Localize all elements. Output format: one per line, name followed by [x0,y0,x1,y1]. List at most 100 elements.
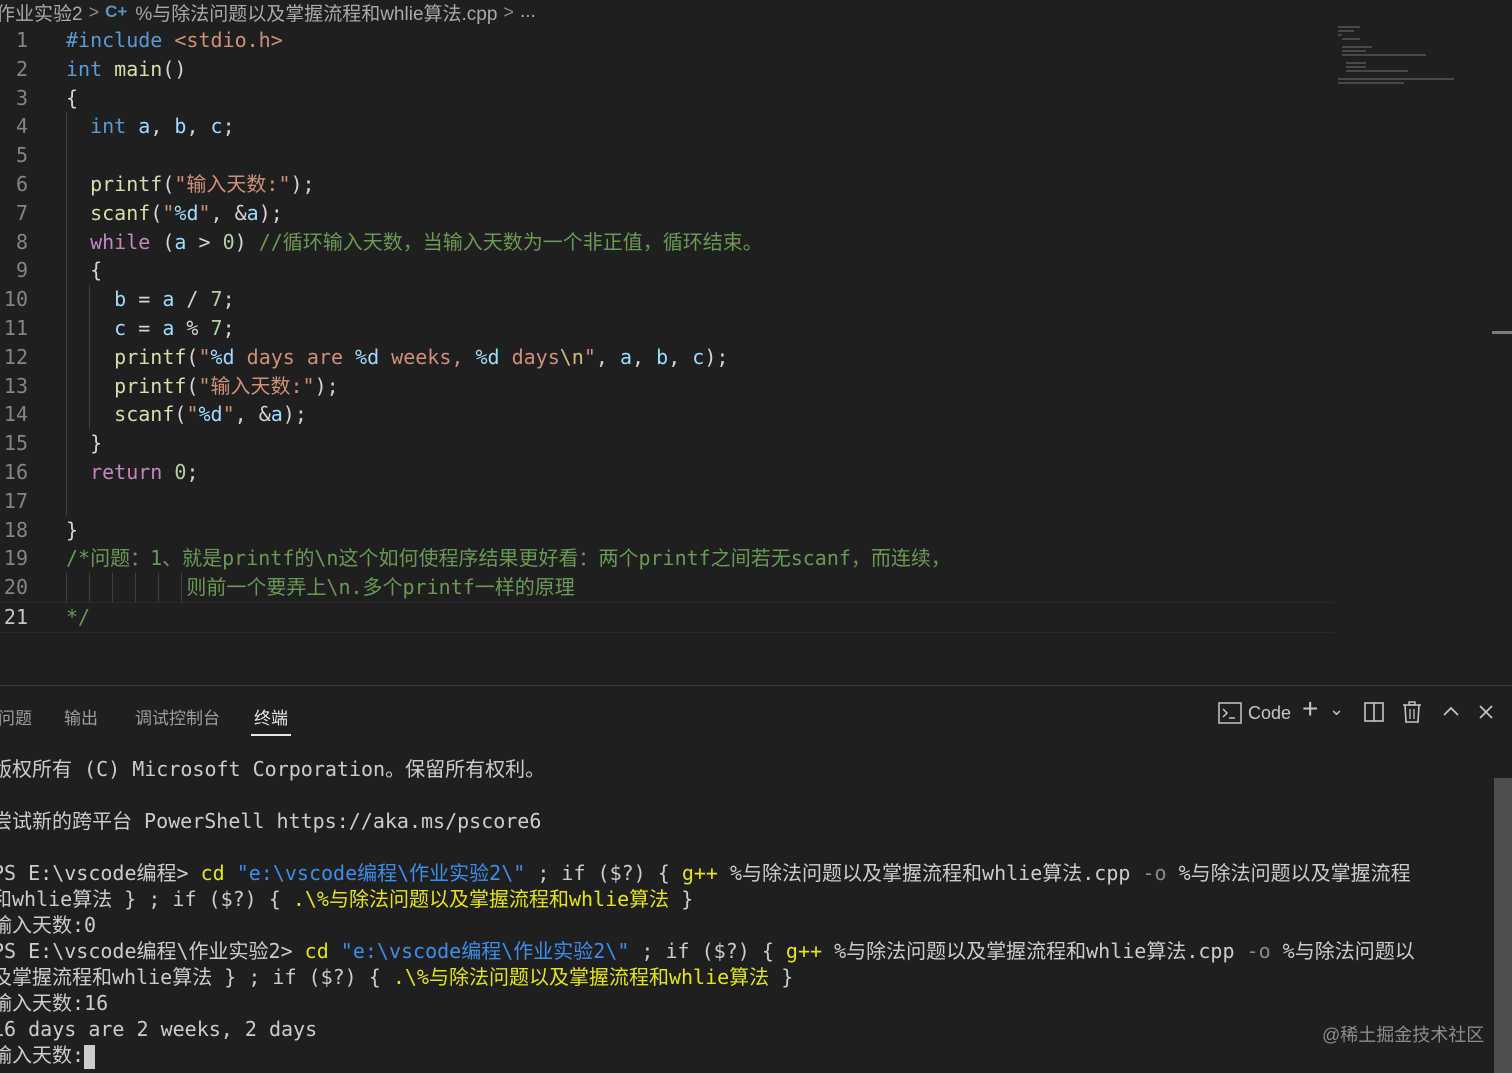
terminal-text: -o [1246,939,1271,963]
terminal-text: -o [1142,861,1167,885]
terminal-text: 16 days are 2 weeks, 2 days [0,1017,318,1041]
code-token: ); [290,172,315,196]
breadcrumb-separator-2: > [503,1,514,22]
code-token: while [90,229,151,254]
tab-terminal[interactable]: 终端 [254,704,288,729]
code-line[interactable]: 15 } [0,429,1335,459]
terminal-line: 及掌握流程和whlie算法 } ; if ($?) { .\%与除法问题以及掌握… [0,964,793,990]
code-token: <stdio.h> [174,28,283,52]
line-number: 9 [15,258,28,283]
add-terminal-button[interactable]: + [1302,695,1318,723]
line-number: 11 [3,316,28,340]
code-token: 0 [222,229,235,254]
code-token: , & [210,200,247,225]
code-line[interactable]: 16 return 0; [0,458,1335,487]
code-token: scanf [90,200,151,225]
code-token: " [162,200,175,225]
code-token: return [90,460,163,484]
code-editor[interactable]: 1 #include <stdio.h> 2 int main() 3{4 int a,… [0,26,1490,684]
code-line[interactable]: 4 int a, b, c; [0,112,1335,142]
code-token: #include [66,28,175,52]
terminal-text: 输入天数:16 [0,991,109,1015]
terminal-text: ($?) { [296,965,393,989]
code-line[interactable]: 8 while (a > 0) //循环输入天数，当输入天数为一个非正值，循环结… [0,227,1335,257]
breadcrumb-folder[interactable]: 作业实验2 [0,0,83,25]
code-line[interactable]: 1 #include <stdio.h> [0,26,1335,55]
code-line[interactable]: 6 printf("输入天数:"); [0,170,1335,199]
code-line[interactable]: 11 c = a % 7; [0,314,1335,343]
terminal-output[interactable]: 版权所有 (C) Microsoft Corporation。保留所有权利。 尝试… [0,746,1490,1073]
terminal-text: if [665,939,690,963]
code-line[interactable]: 21 */ [0,602,1335,633]
code-token: " [198,344,211,369]
code-text: } [66,429,102,458]
terminal-text: ($?) { [689,939,786,963]
code-line[interactable]: 17 [0,486,1335,516]
code-token: a [138,114,151,139]
terminal-text: %与除法问题以及掌握流程和whlie算法.cpp [822,939,1247,963]
code-token: int [90,114,127,139]
tab-problems[interactable]: 问题 [0,704,32,729]
editor-scrollbar-marker[interactable] [1492,331,1512,334]
bottom-panel: 问题 输出 调试控制台 终端 Code + ⌄ 版权所有 (C) Microso… [0,685,1512,1073]
code-token: = [126,287,163,312]
indent-guide [66,141,67,171]
terminal-text: PS E:\vscode编程> [0,861,201,885]
code-text: b = a / 7; [66,285,234,314]
code-text: #include <stdio.h> [66,26,283,55]
terminal-text: .\%与除法问题以及掌握流程和whlie算法 [292,887,670,911]
code-token: %d [355,344,380,369]
code-line[interactable]: 9 { [0,256,1335,286]
terminal-text: 输入天数: [0,1043,85,1067]
terminal-line: 输入天数: [0,1042,96,1069]
code-line[interactable]: 10 b = a / 7; [0,285,1335,315]
code-text: 则前一个要弄上\n.多个printf一样的原理 [66,573,574,602]
terminal-text: ; [629,939,666,963]
terminal-text: } [769,965,794,989]
terminal-text: PS E:\vscode编程\作业实验2> [0,939,305,963]
code-line[interactable]: 20 则前一个要弄上\n.多个printf一样的原理 [0,573,1335,603]
tab-output[interactable]: 输出 [64,704,98,729]
code-line[interactable]: 3{ [0,84,1335,113]
terminal-text: 和whlie算法 } ; [0,887,173,911]
close-panel-icon[interactable] [1477,702,1495,728]
terminal-scrollbar[interactable] [1494,778,1512,1073]
code-line[interactable]: 2 int main() [0,55,1335,84]
code-line[interactable]: 19 /*问题：1、就是printf的\n这个如何使程序结果更好看：两个print… [0,544,1335,573]
code-text: printf("输入天数:"); [66,170,315,199]
terminal-icon[interactable] [1218,702,1242,731]
code-token: ( [174,402,187,427]
code-line[interactable]: 12 printf("%d days are %d weeks, %d days… [0,342,1335,372]
code-token: %d [210,344,235,369]
code-line[interactable]: 7 scanf("%d", &a); [0,198,1335,228]
code-token: , [186,114,211,139]
code-token: > [186,229,223,254]
breadcrumb-file[interactable]: %与除法问题以及掌握流程和whlie算法.cpp [135,0,497,25]
code-text: scanf("%d", &a); [66,199,283,228]
terminal-profile-label[interactable]: Code [1248,700,1291,726]
breadcrumb-more[interactable]: ... [520,1,536,23]
code-token: a [174,229,187,254]
panel-actions: Code + ⌄ [1202,695,1512,732]
minimap[interactable] [1336,26,1456,86]
terminal-text: ($?) { [585,861,682,885]
code-token: a [620,344,633,369]
line-number: 19 [3,546,28,571]
chevron-down-icon[interactable]: ⌄ [1329,696,1344,722]
code-token: "输入天数:" [198,373,315,398]
code-line[interactable]: 18} [0,516,1335,545]
code-line[interactable]: 5 [0,141,1335,171]
code-line[interactable]: 14 scanf("%d", &a); [0,400,1335,430]
code-text: printf("%d days are %d weeks, %d days\n"… [66,343,728,372]
code-token: printf [114,373,187,398]
split-icon[interactable] [1364,702,1384,729]
tab-debug-console[interactable]: 调试控制台 [135,704,220,729]
panel-tabs: 问题 输出 调试控制台 终端 [0,686,600,740]
maximize-panel-icon[interactable] [1442,702,1460,728]
code-line[interactable]: 13 printf("输入天数:"); [0,371,1335,401]
trash-icon[interactable] [1402,701,1422,730]
